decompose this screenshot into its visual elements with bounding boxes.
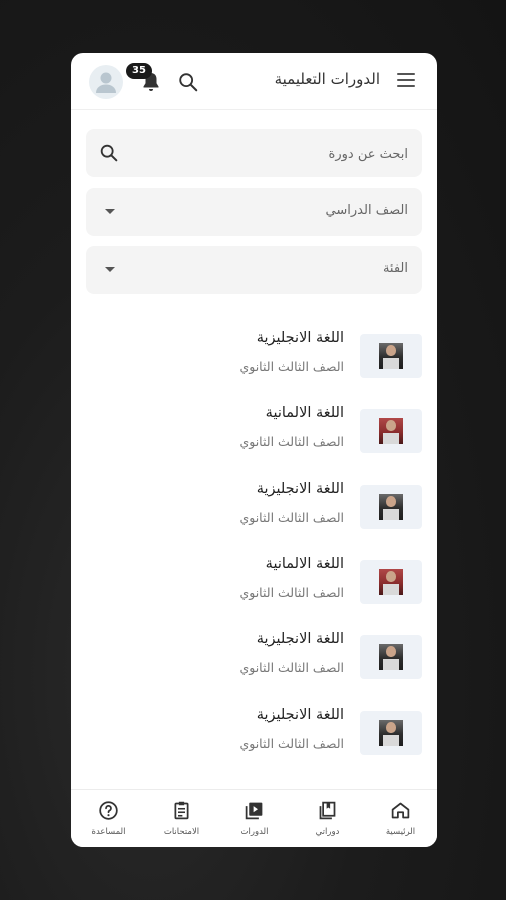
exams-clipboard-icon bbox=[174, 801, 189, 820]
search-field-icon bbox=[100, 144, 118, 162]
category-dropdown-label: الفئة bbox=[382, 261, 408, 276]
course-grade: الصف الثالث الثانوي bbox=[239, 585, 344, 600]
courses-play-icon bbox=[245, 802, 263, 820]
help-icon bbox=[99, 801, 118, 820]
chevron-down-icon bbox=[105, 267, 115, 272]
nav-exams-label: الامتحانات bbox=[163, 827, 200, 837]
course-grade: الصف الثالث الثانوي bbox=[239, 510, 344, 525]
search-field[interactable] bbox=[86, 129, 422, 179]
nav-home[interactable]: الرئيسية bbox=[364, 790, 437, 847]
nav-courses-label: الدورات bbox=[240, 827, 269, 837]
course-thumbnail bbox=[360, 711, 422, 755]
course-item[interactable]: اللغة الالمانية الصف الثالث الثانوي bbox=[86, 405, 422, 461]
nav-home-label: الرئيسية bbox=[385, 827, 416, 837]
menu-icon[interactable] bbox=[397, 73, 415, 89]
course-title: اللغة الالمانية bbox=[265, 405, 344, 421]
course-title: اللغة الانجليزية bbox=[256, 330, 344, 346]
page-title: الدورات التعليمية bbox=[274, 70, 380, 88]
nav-help-label: المساعدة bbox=[91, 827, 126, 837]
bottom-navigation: الرئيسية دوراتي الدورات الامتحانات المسا… bbox=[71, 789, 437, 847]
course-thumbnail bbox=[360, 485, 422, 529]
top-app-bar: الدورات التعليمية 35 bbox=[71, 53, 437, 110]
nav-courses[interactable]: الدورات bbox=[218, 790, 291, 847]
course-item[interactable]: اللغة الالمانية الصف الثالث الثانوي bbox=[86, 556, 422, 612]
course-title: اللغة الانجليزية bbox=[256, 481, 344, 497]
category-dropdown[interactable]: الفئة bbox=[86, 246, 422, 294]
course-item[interactable]: اللغة الانجليزية الصف الثالث الثانوي bbox=[86, 481, 422, 537]
nav-my-courses-label: دوراتي bbox=[315, 827, 340, 837]
grade-dropdown[interactable]: الصف الدراسي bbox=[86, 188, 422, 236]
my-courses-icon bbox=[319, 801, 336, 820]
course-item[interactable]: اللغة الانجليزية الصف الثالث الثانوي bbox=[86, 631, 422, 687]
chevron-down-icon bbox=[105, 209, 115, 214]
course-grade: الصف الثالث الثانوي bbox=[239, 434, 344, 449]
course-title: اللغة الانجليزية bbox=[256, 707, 344, 723]
course-thumbnail bbox=[360, 560, 422, 604]
search-icon[interactable] bbox=[177, 71, 199, 93]
course-grade: الصف الثالث الثانوي bbox=[239, 660, 344, 675]
course-thumbnail bbox=[360, 635, 422, 679]
course-title: اللغة الانجليزية bbox=[256, 631, 344, 647]
nav-exams[interactable]: الامتحانات bbox=[145, 790, 218, 847]
course-item[interactable]: اللغة الانجليزية الصف الثالث الثانوي bbox=[86, 707, 422, 763]
app-screen: الدورات التعليمية 35 الصف الدراسي الفئة bbox=[71, 53, 437, 847]
notification-badge: 35 bbox=[126, 63, 152, 79]
course-grade: الصف الثالث الثانوي bbox=[239, 736, 344, 751]
person-silhouette-icon bbox=[96, 72, 116, 93]
course-thumbnail bbox=[360, 409, 422, 453]
search-input[interactable] bbox=[126, 129, 410, 179]
course-grade: الصف الثالث الثانوي bbox=[239, 359, 344, 374]
user-avatar-icon[interactable] bbox=[89, 65, 123, 99]
nav-my-courses[interactable]: دوراتي bbox=[291, 790, 364, 847]
home-icon bbox=[391, 802, 410, 819]
course-item[interactable]: اللغة الانجليزية الصف الثالث الثانوي bbox=[86, 330, 422, 386]
course-thumbnail bbox=[360, 334, 422, 378]
grade-dropdown-label: الصف الدراسي bbox=[325, 203, 408, 218]
nav-help[interactable]: المساعدة bbox=[72, 790, 145, 847]
course-title: اللغة الالمانية bbox=[265, 556, 344, 572]
